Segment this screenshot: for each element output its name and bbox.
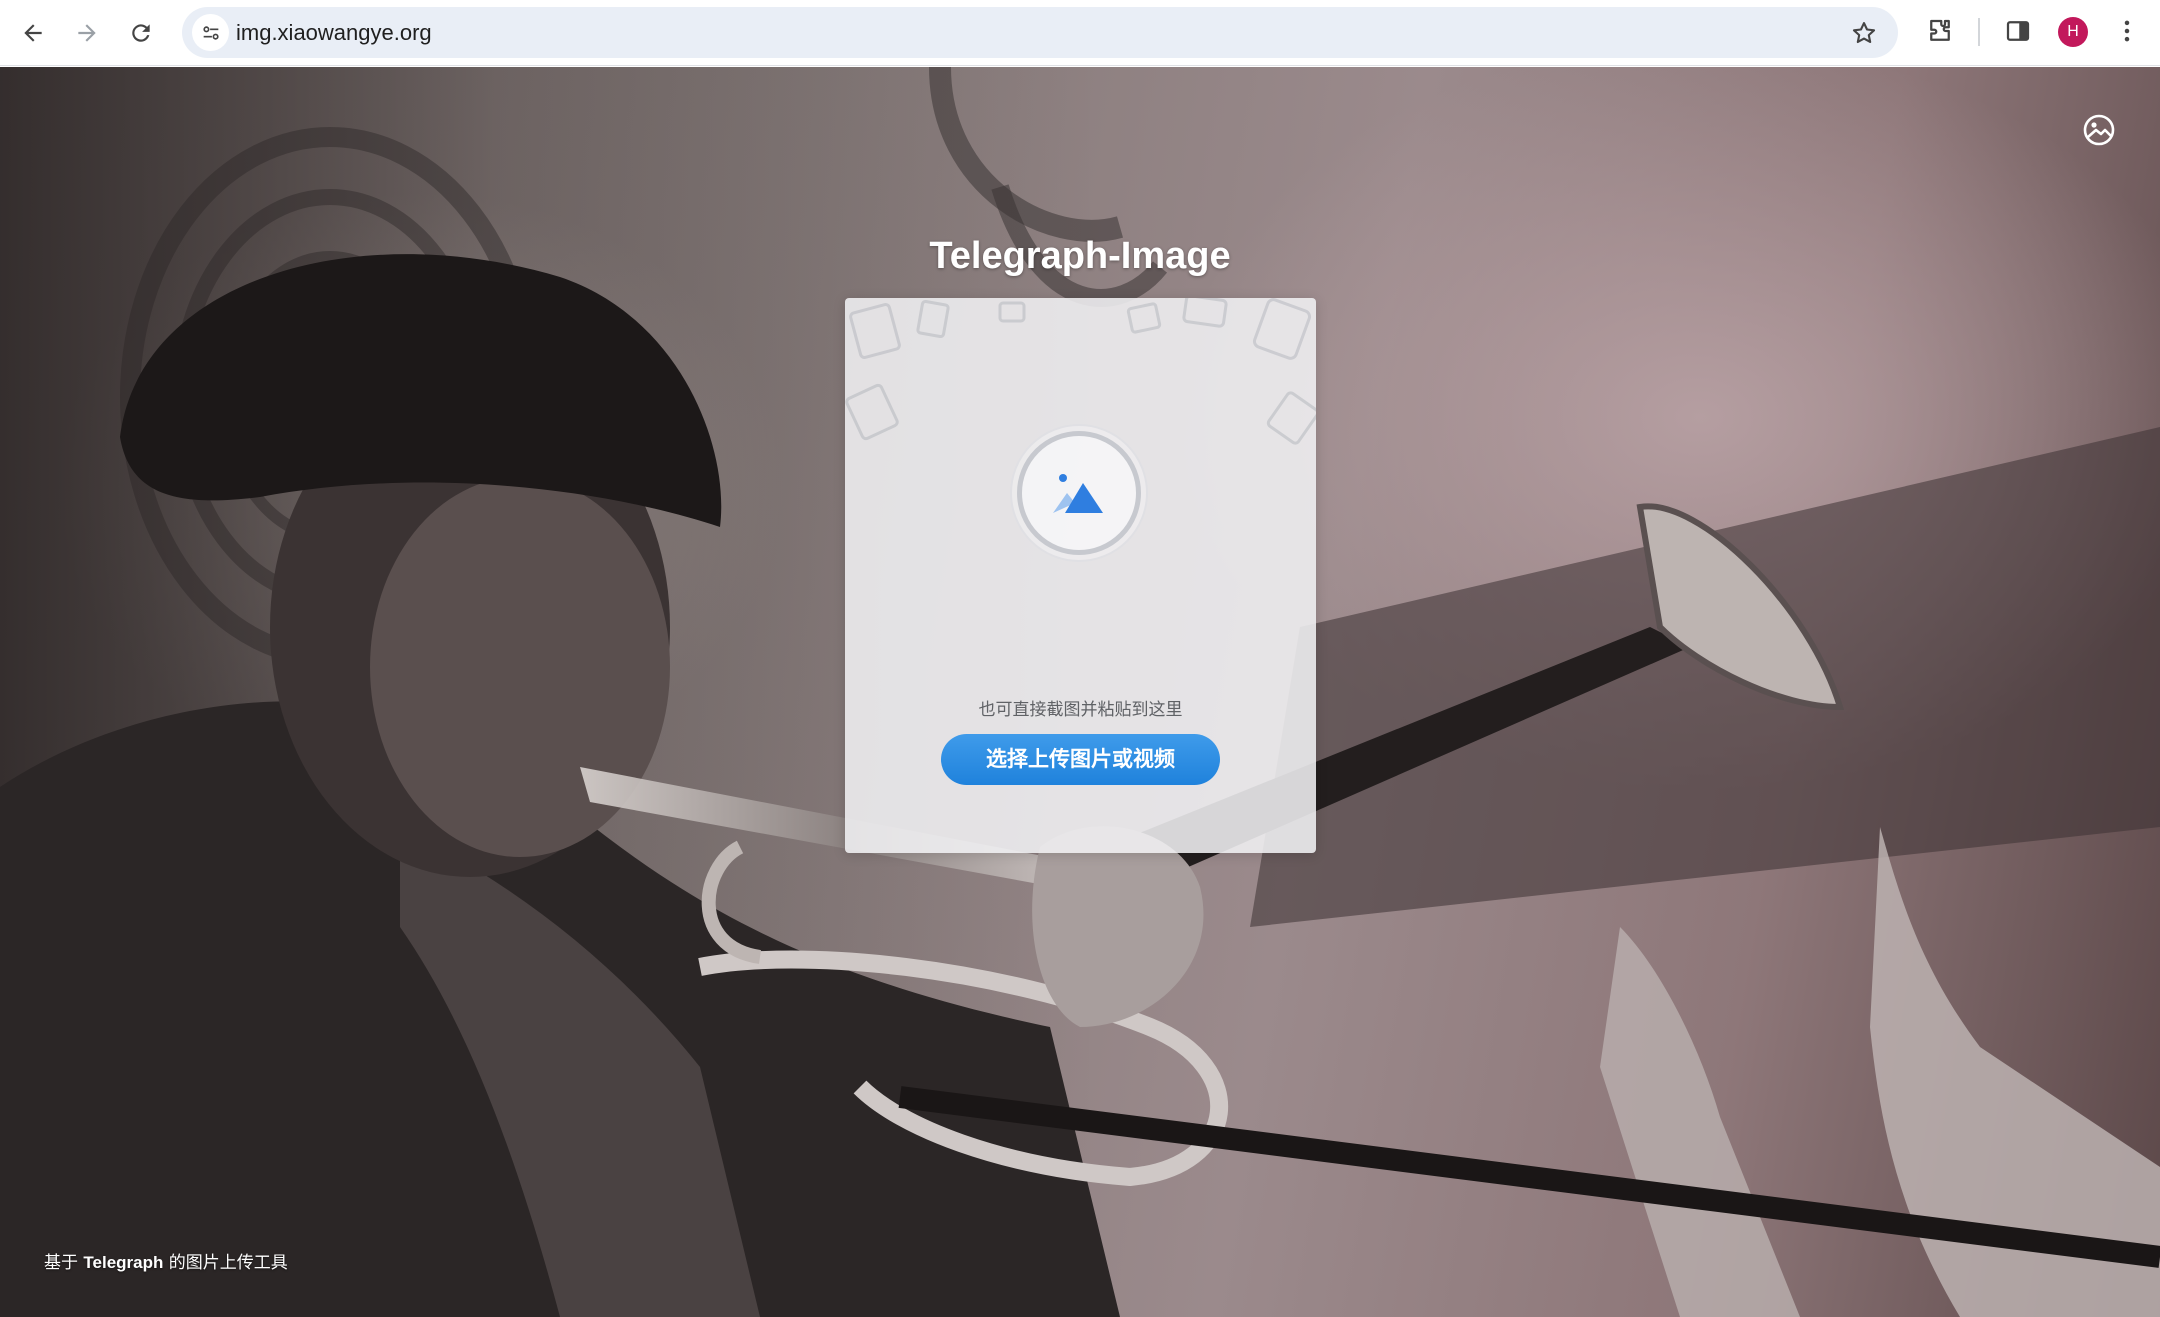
address-bar[interactable]: img.xiaowangye.org bbox=[182, 7, 1898, 58]
back-icon bbox=[24, 24, 42, 42]
page-content: Telegraph-Image 也可直接截图并粘贴到这里 选择上传图片或视频 基… bbox=[0, 67, 2160, 1317]
url-text[interactable]: img.xiaowangye.org bbox=[236, 7, 432, 58]
forward-button[interactable] bbox=[67, 13, 107, 53]
back-button[interactable] bbox=[13, 13, 53, 53]
site-info-icon bbox=[202, 25, 219, 40]
reload-button[interactable] bbox=[121, 13, 161, 53]
footer-credit: 基于 Telegraph 的图片上传工具 bbox=[44, 1248, 288, 1273]
forward-icon bbox=[78, 24, 96, 42]
footer-suffix: 的图片上传工具 bbox=[168, 1253, 288, 1273]
footer-prefix: 基于 bbox=[44, 1253, 78, 1273]
upload-icon-circle bbox=[1017, 431, 1141, 555]
browser-toolbar: img.xiaowangye.org H bbox=[0, 0, 2160, 66]
image-gallery-icon[interactable] bbox=[2082, 113, 2116, 147]
footer-brand: Telegraph bbox=[83, 1253, 164, 1272]
paste-hint: 也可直接截图并粘贴到这里 bbox=[978, 700, 1183, 720]
upload-select-button[interactable]: 选择上传图片或视频 bbox=[941, 734, 1220, 785]
reload-icon bbox=[132, 24, 150, 42]
upload-dropzone[interactable]: 也可直接截图并粘贴到这里 选择上传图片或视频 bbox=[845, 298, 1316, 853]
toolbar-divider bbox=[1978, 18, 1980, 46]
bookmark-star-icon[interactable] bbox=[1850, 19, 1878, 47]
side-panel-icon[interactable] bbox=[2003, 16, 2033, 46]
site-info-button[interactable] bbox=[192, 14, 229, 51]
image-upload-icon bbox=[1053, 474, 1103, 513]
page-title: Telegraph-Image bbox=[929, 235, 1231, 277]
extensions-icon[interactable] bbox=[1925, 16, 1955, 46]
menu-kebab-icon[interactable] bbox=[2112, 16, 2142, 46]
profile-avatar[interactable]: H bbox=[2058, 17, 2088, 47]
